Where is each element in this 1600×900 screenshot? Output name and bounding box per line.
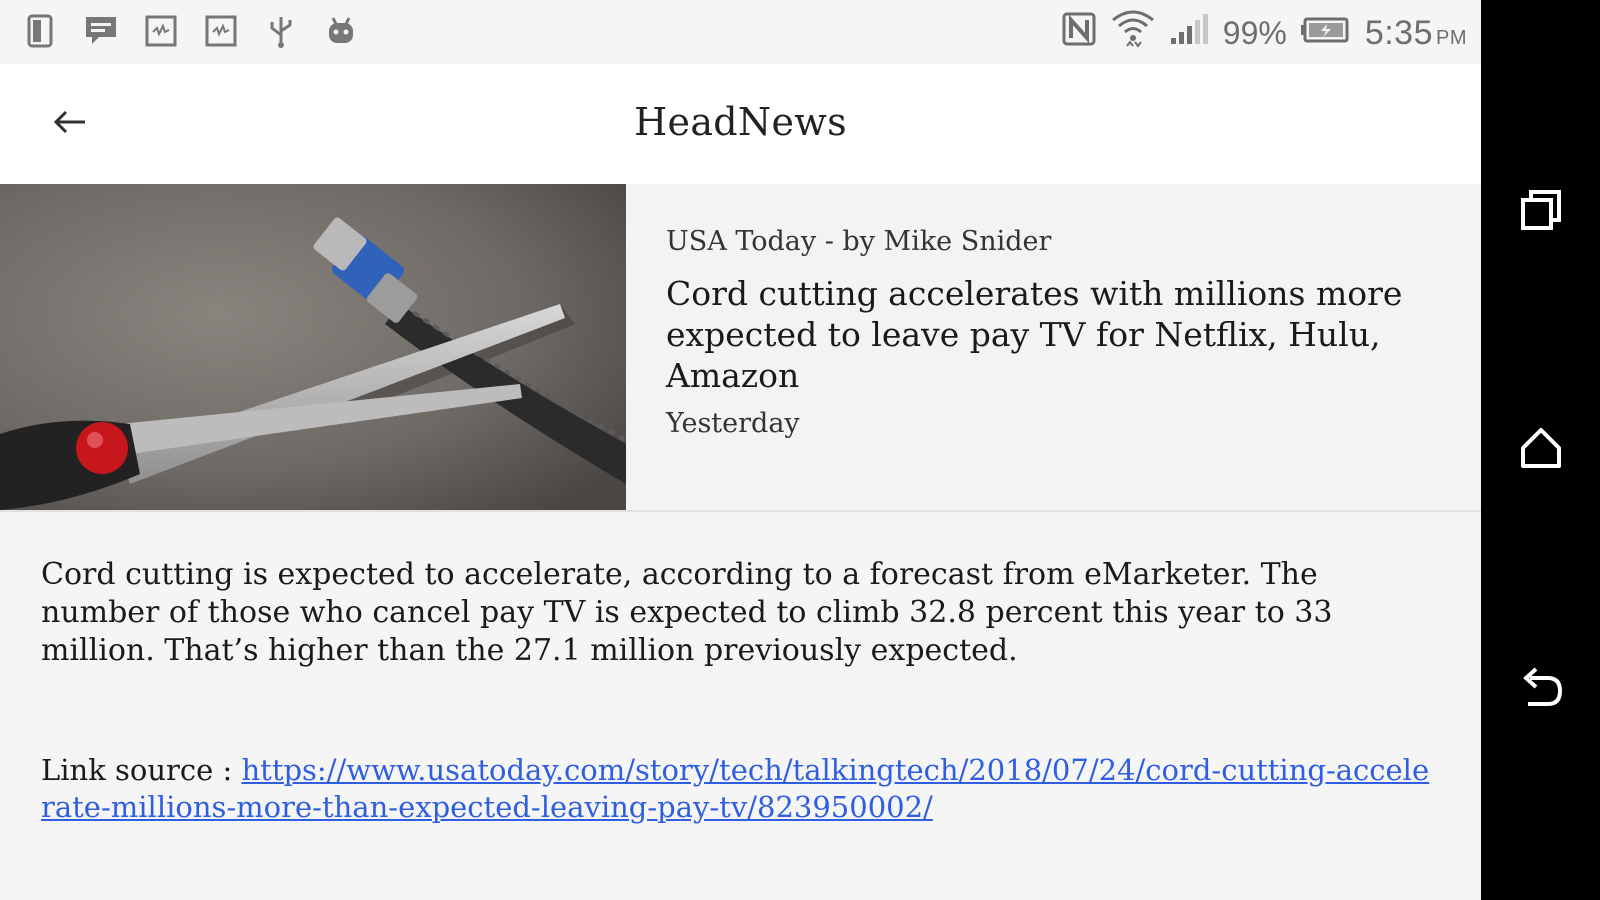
app-bar: HeadNews — [0, 64, 1481, 184]
article-body: Cord cutting is expected to accelerate, … — [41, 557, 1333, 668]
home-button[interactable] — [1503, 412, 1579, 488]
nfc-icon — [1061, 11, 1097, 55]
article-image — [0, 184, 626, 510]
status-notification-icons — [22, 12, 360, 50]
app-title: HeadNews — [634, 100, 847, 144]
recents-button[interactable] — [1503, 174, 1579, 250]
nav-back-button[interactable] — [1503, 652, 1579, 728]
link-source-label: Link source : — [41, 753, 242, 787]
chat-bubble-icon — [82, 12, 120, 50]
status-bar: 99% 5:35 PM — [0, 0, 1481, 64]
article-header: USA Today - by Mike Snider Cord cutting … — [0, 184, 1481, 512]
navigation-bar — [1481, 0, 1600, 900]
article-meta: USA Today - by Mike Snider Cord cutting … — [666, 226, 1426, 439]
home-icon — [1517, 424, 1565, 476]
back-icon — [1516, 664, 1566, 716]
status-system-icons: 99% 5:35 PM — [1061, 10, 1467, 56]
article-date: Yesterday — [666, 408, 800, 439]
usb-icon — [262, 12, 300, 50]
android-icon — [322, 12, 360, 50]
clock-time: 5:35 — [1364, 13, 1433, 52]
code-image-icon — [142, 12, 180, 50]
battery-icon — [1300, 15, 1351, 52]
recents-icon — [1517, 186, 1565, 238]
app-screen: 99% 5:35 PM HeadNews USA Today - by Mike… — [0, 0, 1481, 900]
phone-portrait-icon — [22, 12, 60, 50]
battery-percent: 99% — [1222, 14, 1287, 51]
article-source: USA Today - by Mike Snider — [666, 226, 1052, 257]
link-source: Link source : https://www.usatoday.com/s… — [41, 752, 1441, 826]
article-link[interactable]: https://www.usatoday.com/story/tech/talk… — [41, 753, 1429, 824]
clock: 5:35 PM — [1365, 14, 1467, 53]
clock-ampm: PM — [1436, 26, 1467, 49]
code-image-icon — [202, 12, 240, 50]
wifi-icon — [1111, 10, 1155, 56]
signal-icon — [1169, 12, 1209, 54]
article-headline: Cord cutting accelerates with millions m… — [666, 274, 1403, 395]
